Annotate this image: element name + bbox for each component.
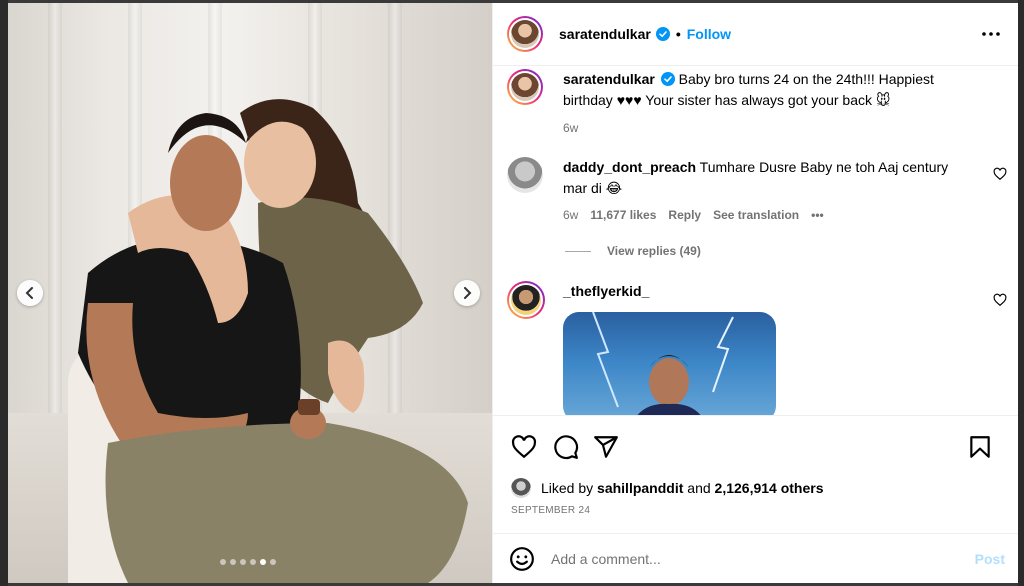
replies-divider (565, 250, 591, 252)
post-media (8, 3, 492, 583)
caption-body: saratendulkar Baby bro turns 24 on the 2… (563, 69, 963, 111)
comment-composer: Post (493, 533, 1018, 583)
comment-item: daddy_dont_preach Tumhare Dusre Baby ne … (507, 157, 968, 222)
more-options-icon (982, 32, 1000, 36)
gif-content (592, 312, 734, 415)
header-separator: • (675, 26, 681, 42)
carousel-dot (260, 559, 266, 565)
chevron-left-icon (25, 287, 33, 299)
reply-button[interactable]: Reply (668, 208, 701, 222)
post-actions: Liked by sahillpanddit and 2,126,914 oth… (493, 415, 1018, 549)
comment-like-heart-icon[interactable] (993, 167, 1007, 181)
carousel-dot (230, 559, 236, 565)
more-options-button[interactable] (979, 25, 1003, 43)
comment-username[interactable]: _theflyerkid_ (563, 283, 649, 299)
post-modal: saratendulkar • Follow saratendulkar Bab… (8, 3, 1018, 583)
share-icon[interactable] (593, 434, 619, 460)
author-username[interactable]: saratendulkar (559, 26, 651, 42)
emoji-icon[interactable] (509, 546, 535, 572)
comment-input[interactable] (551, 550, 951, 567)
comment-icon[interactable] (553, 434, 579, 460)
comment-options-button[interactable]: ••• (811, 208, 824, 222)
photo-subjects (78, 99, 468, 583)
view-replies-label: View replies (49) (607, 244, 701, 258)
comment-like-heart-icon[interactable] (993, 293, 1007, 307)
likes-others-link[interactable]: 2,126,914 others (715, 480, 824, 496)
post-details-panel: saratendulkar • Follow saratendulkar Bab… (492, 3, 1018, 583)
background-edge-right (1018, 0, 1024, 586)
follow-button[interactable]: Follow (687, 26, 731, 42)
likes-and: and (687, 480, 711, 496)
heart-icon[interactable] (511, 434, 537, 460)
post-header: saratendulkar • Follow (493, 3, 1018, 66)
background-edge-left (0, 0, 8, 586)
caption: saratendulkar Baby bro turns 24 on the 2… (507, 69, 963, 135)
see-translation-button[interactable]: See translation (713, 208, 799, 222)
comment-avatar[interactable] (507, 281, 545, 319)
view-replies-button[interactable]: View replies (49) (565, 244, 701, 258)
liked-by-user[interactable]: sahillpanddit (597, 480, 683, 496)
verified-badge-icon (660, 72, 675, 86)
comment-avatar[interactable] (507, 157, 543, 193)
post-comment-button[interactable]: Post (975, 551, 1005, 567)
carousel-next-button[interactable] (454, 280, 480, 306)
comment-timestamp[interactable]: 6w (563, 208, 578, 222)
verified-badge-icon (655, 27, 670, 41)
caption-timestamp[interactable]: 6w (563, 121, 578, 135)
caption-username[interactable]: saratendulkar (563, 71, 655, 87)
bookmark-icon[interactable] (967, 434, 993, 460)
comment-username[interactable]: daddy_dont_preach (563, 159, 696, 175)
post-date[interactable]: SEPTEMBER 24 (511, 505, 590, 516)
carousel-dot (240, 559, 246, 565)
comments-list: saratendulkar Baby bro turns 24 on the 2… (493, 67, 1018, 415)
carousel-dot (220, 559, 226, 565)
carousel-dot (270, 559, 276, 565)
carousel-prev-button[interactable] (17, 280, 43, 306)
carousel-dot (250, 559, 256, 565)
author-avatar[interactable] (507, 16, 543, 52)
chevron-right-icon (464, 287, 472, 299)
liked-by-label: Liked by (541, 480, 594, 496)
carousel-indicator (220, 559, 276, 565)
caption-avatar[interactable] (507, 69, 543, 105)
likes-summary: Liked by sahillpanddit and 2,126,914 oth… (511, 478, 824, 498)
comment-like-count[interactable]: 11,677 likes (590, 208, 656, 222)
comment-gif-image[interactable] (563, 312, 776, 415)
liker-avatar[interactable] (511, 478, 531, 498)
